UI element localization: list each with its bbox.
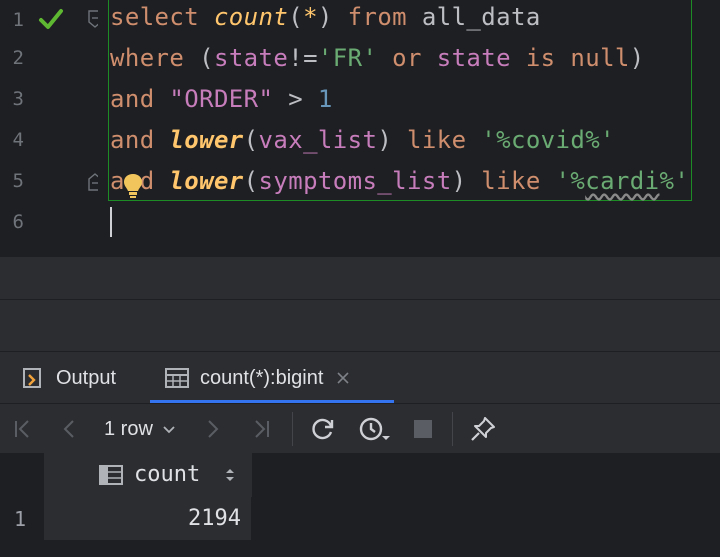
code-token: ( [243,167,259,195]
column-header[interactable]: count [44,453,253,497]
code-token: '%covid%' [481,126,615,154]
code-token: cardi [585,167,660,195]
code-token: 1 [317,85,333,113]
code-token: ( [243,126,259,154]
toolbar-separator [292,412,293,446]
code-token: select [110,3,214,31]
code-token: like [407,126,482,154]
code-token: and [110,85,170,113]
code-token: %' [659,167,690,195]
code-token: or [377,44,437,72]
code-token: * [303,3,318,31]
code-line-2: where (state!='FR' or state is null) [110,38,645,79]
column-header-label: count [134,462,201,487]
stop-icon[interactable] [410,416,436,442]
line-number: 5 [12,170,24,192]
line-number: 2 [12,47,24,69]
code-token: '% [555,167,586,195]
grid-empty-area [252,453,720,557]
lightbulb-icon[interactable] [122,172,144,200]
tab-query-result[interactable]: count(*):bigint [164,352,351,404]
first-page-icon[interactable] [10,416,36,442]
pin-icon[interactable] [470,416,496,442]
result-grid: count 1 2194 [0,453,720,557]
empty-panel-2 [0,300,720,351]
code-token: ) [451,167,482,195]
code-token: ) [317,3,348,31]
code-line-3: and "ORDER" > 1 [110,79,333,120]
code-token: ( [288,3,304,31]
row-count-selector[interactable]: 1 row [104,404,176,454]
code-line-4: and lower(vax_list) like '%covid%' [110,120,615,161]
output-icon [23,368,41,388]
next-page-icon[interactable] [200,416,226,442]
code-line-1: select count(*) from all_data [110,0,541,38]
row-number: 1 [14,507,27,531]
sql-editor[interactable]: 1 2 3 4 5 6 select count(*) from all_dat… [0,0,720,257]
history-icon[interactable] [358,416,392,442]
code-token: is null [510,44,630,72]
check-icon[interactable] [38,6,64,32]
code-token: symptoms_list [258,167,452,195]
code-token: and [110,126,170,154]
code-token: from [347,3,422,31]
tab-query-result-label: count(*):bigint [200,366,324,389]
tab-output[interactable]: Output [20,352,116,404]
code-token: like [481,167,556,195]
code-token: state [213,44,289,72]
cell-value: 2194 [188,506,241,531]
column-table-icon [99,465,123,485]
last-page-icon[interactable] [248,416,274,442]
result-tabs: Output count(*):bigint [0,351,720,404]
prev-page-icon[interactable] [56,416,82,442]
code-token: lower [169,126,244,154]
chevron-down-icon [163,426,176,434]
code-token: lower [169,167,244,195]
code-token: all_data [421,3,541,31]
sort-icon[interactable] [224,466,236,484]
code-token: ( [199,44,214,72]
tab-output-label: Output [56,366,117,389]
empty-panel [0,257,720,299]
result-toolbar: 1 row [0,403,720,454]
close-icon[interactable] [335,370,351,386]
line-number: 4 [12,129,24,151]
code-token: vax_list [258,126,378,154]
code-token: > [273,85,318,113]
text-caret [110,207,112,237]
editor-bottom [0,244,720,257]
table-cell[interactable]: 2194 [44,497,252,541]
line-gutter: 1 2 3 4 5 6 [0,0,102,257]
code-token: where [110,44,200,72]
code-token: state [436,44,511,72]
code-line-5: and lower(symptoms_list) like '%cardi%' [110,161,689,202]
toolbar-separator [452,412,453,446]
line-number: 3 [12,88,24,110]
code-token: 'FR' [317,44,378,72]
grid-corner [0,453,44,497]
line-number: 1 [12,9,24,31]
reload-icon[interactable] [310,416,336,442]
line-number: 6 [12,211,24,233]
code-token: != [288,44,318,72]
code-token: "ORDER" [169,85,274,113]
code-token: ) [377,126,408,154]
code-token: count [213,3,289,31]
code-token: ) [629,44,645,72]
table-icon [165,368,189,388]
row-count-label: 1 row [104,418,153,440]
